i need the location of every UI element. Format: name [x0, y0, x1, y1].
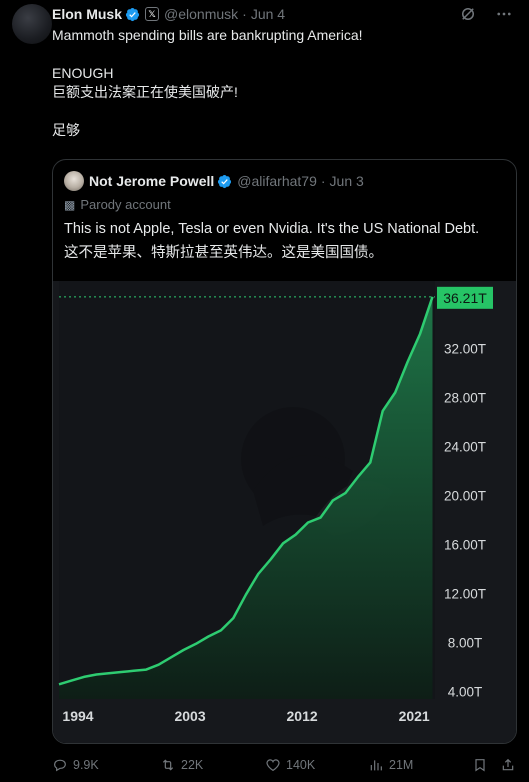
tweet-line: Mammoth spending bills are bankrupting A… [52, 27, 363, 43]
quote-text-zh: 这不是苹果、特斯拉甚至英伟达。这是美国国债。 [64, 245, 383, 261]
heart-icon [266, 759, 280, 772]
quote-header: Not Jerome Powell @alifarhat79 · Jun 3 [64, 171, 364, 191]
debt-chart: 36.21T 32.00T 28.00T 24.00T 20.00T 16.00T 12.0… [58, 281, 493, 724]
reply-count: 9.9K [73, 758, 99, 772]
quote-text-en: This is not Apple, Tesla or even Nvidia.… [64, 221, 480, 237]
tweet-line: 巨额支出法案正在使美国破产! [52, 84, 238, 100]
y-tick-label: 24.00T [444, 439, 486, 454]
bookmark-icon [475, 759, 485, 772]
tweet-date[interactable]: Jun 4 [251, 6, 285, 22]
y-tick-label: 8.00T [448, 636, 483, 651]
tweet-body: Mammoth spending bills are bankrupting A… [52, 26, 512, 159]
retweet-count: 22K [181, 758, 204, 772]
y-tick-label: 28.00T [444, 390, 486, 405]
views-chart-icon [370, 760, 382, 771]
author-avatar[interactable] [12, 4, 52, 44]
verified-badge-icon [218, 174, 232, 188]
x-tick-label: 2012 [287, 708, 318, 724]
parody-mask-icon: ▩ [64, 197, 76, 212]
reply-button[interactable]: 9.9K [52, 757, 99, 773]
y-tick-label: 16.00T [444, 538, 486, 553]
x-tick-label: 2021 [399, 708, 430, 724]
affiliate-x-badge-icon: 𝕏 [145, 7, 160, 21]
retweet-button[interactable]: 22K [160, 757, 203, 773]
tweet-header: Elon Musk 𝕏 @elonmusk · Jun 4 [52, 5, 513, 23]
reply-icon [54, 759, 66, 772]
verified-badge-icon [125, 7, 140, 21]
quote-body: This is not Apple, Tesla or even Nvidia.… [64, 217, 504, 265]
separator-dot: · [242, 6, 247, 22]
like-count: 140K [286, 758, 316, 772]
share-button[interactable] [500, 757, 516, 773]
tweet-line: ENOUGH [52, 65, 114, 81]
y-tick-label: 32.00T [444, 341, 486, 356]
author-name[interactable]: Elon Musk [52, 6, 122, 22]
quote-author-name[interactable]: Not Jerome Powell [89, 173, 214, 189]
x-tick-label: 1994 [62, 708, 93, 724]
quote-author-handle[interactable]: @alifarhat79 [237, 173, 317, 189]
last-value-label: 36.21T [443, 290, 487, 306]
y-tick-label: 4.00T [448, 685, 483, 700]
more-options-icon[interactable] [495, 5, 513, 23]
grok-icon[interactable] [459, 5, 477, 23]
tweet-actions: 9.9K 22K 140K 21M [52, 755, 517, 775]
bookmark-button[interactable] [472, 757, 488, 773]
quote-avatar[interactable] [64, 171, 84, 191]
like-button[interactable]: 140K [265, 757, 315, 773]
parody-account-label: ▩ Parody account [64, 197, 171, 212]
share-icon [502, 758, 514, 771]
x-tick-label: 2003 [174, 708, 205, 724]
y-tick-label: 12.00T [444, 587, 486, 602]
separator-dot: · [320, 173, 326, 189]
author-handle[interactable]: @elonmusk [164, 6, 238, 22]
tweet-line: 足够 [52, 122, 80, 138]
retweet-icon [162, 759, 174, 771]
header-actions [459, 5, 513, 23]
parody-label-text: Parody account [80, 197, 171, 212]
y-tick-label: 20.00T [444, 489, 486, 504]
chart-image[interactable]: 36.21T 32.00T 28.00T 24.00T 20.00T 16.00T 12.0… [53, 281, 516, 743]
quote-date[interactable]: Jun 3 [330, 173, 364, 189]
quoted-tweet[interactable]: Not Jerome Powell @alifarhat79 · Jun 3 ▩… [52, 159, 517, 744]
views-button[interactable]: 21M [368, 757, 413, 773]
views-count: 21M [389, 758, 414, 772]
